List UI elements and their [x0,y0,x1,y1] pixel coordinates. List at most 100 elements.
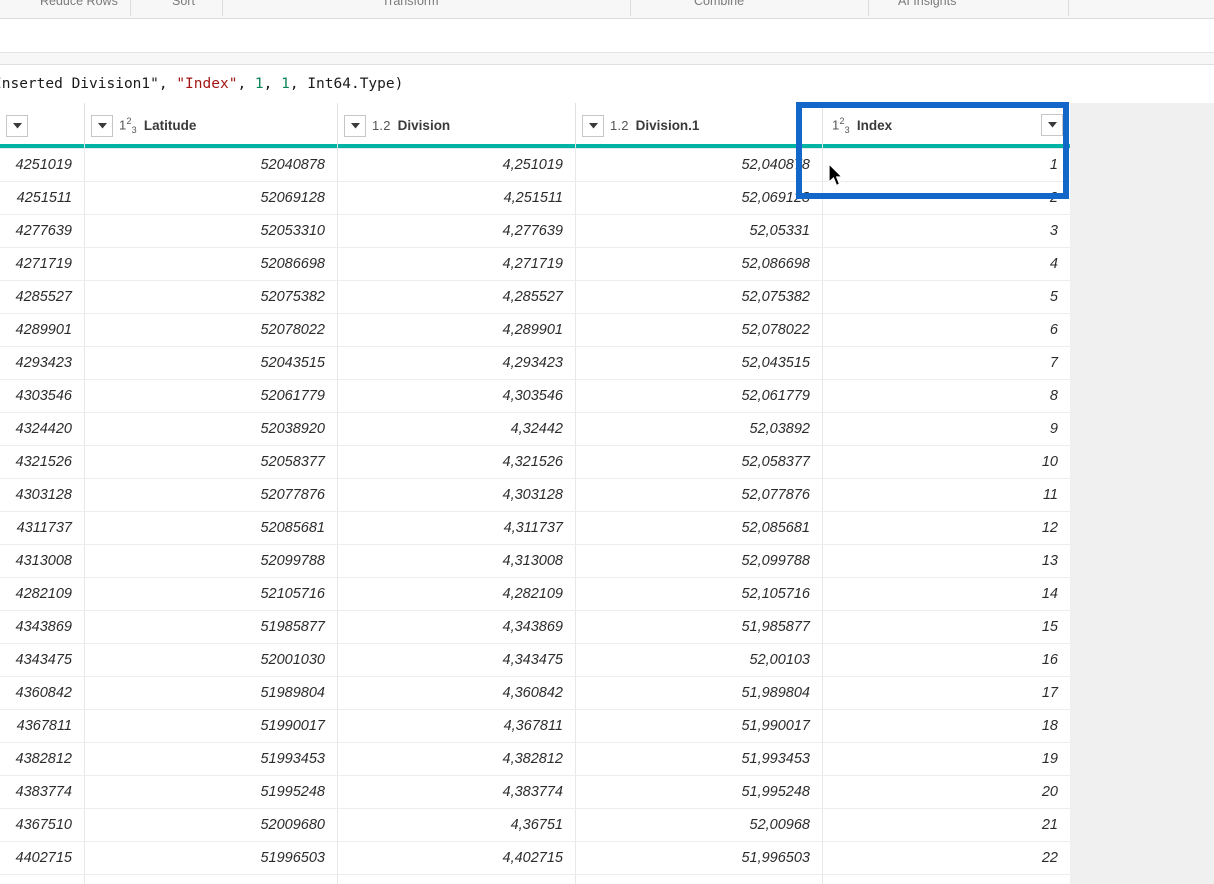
table-cell[interactable]: 4,303546 [338,380,576,412]
table-cell[interactable]: 51,996503 [576,842,823,874]
table-cell[interactable]: 4367811 [0,710,85,742]
table-cell[interactable]: 4402715 [0,842,85,874]
table-cell[interactable]: 52061779 [85,380,338,412]
table-cell[interactable]: 52078022 [85,314,338,346]
table-row[interactable]: 4402715 51996503 4,402715 51,996503 22 [0,842,1070,875]
table-cell[interactable]: 4282109 [0,578,85,610]
column-header-division-1[interactable]: 1.2 Division.1 [576,103,823,148]
table-cell[interactable]: 52077876 [85,479,338,511]
table-cell[interactable]: 4415551 [0,875,85,884]
table-cell[interactable]: 52069128 [85,182,338,214]
table-cell[interactable]: 52001030 [85,644,338,676]
table-cell[interactable]: 7 [823,347,1070,379]
table-cell[interactable]: 52099788 [85,545,338,577]
table-row[interactable]: 4343475 52001030 4,343475 52,00103 16 [0,644,1070,677]
table-cell[interactable]: 51985877 [85,611,338,643]
table-cell[interactable]: 4383774 [0,776,85,808]
column-header-partial[interactable] [0,103,85,148]
table-cell[interactable]: 16 [823,644,1070,676]
table-cell[interactable]: 4360842 [0,677,85,709]
table-cell[interactable]: 52,069128 [576,182,823,214]
table-cell[interactable]: 52,043515 [576,347,823,379]
table-cell[interactable]: 4,313008 [338,545,576,577]
table-cell[interactable]: 51,993453 [576,743,823,775]
table-cell[interactable]: 4,415551 [338,875,576,884]
table-cell[interactable]: 52058377 [85,446,338,478]
table-cell[interactable]: 4289901 [0,314,85,346]
column-header-latitude[interactable]: 123 Latitude [85,103,338,148]
table-cell[interactable]: 4,343869 [338,611,576,643]
table-cell[interactable]: 52,099788 [576,545,823,577]
table-cell[interactable]: 4303546 [0,380,85,412]
table-cell[interactable]: 5 [823,281,1070,313]
table-cell[interactable]: 18 [823,710,1070,742]
table-row[interactable]: 4251019 52040878 4,251019 52,040878 1 [0,149,1070,182]
column-filter-dropdown-button[interactable] [91,114,113,137]
table-cell[interactable]: 4313008 [0,545,85,577]
table-cell[interactable]: 4324420 [0,413,85,445]
table-cell[interactable]: 4367510 [0,809,85,841]
table-cell[interactable]: 3 [823,215,1070,247]
table-row[interactable]: 4343869 51985877 4,343869 51,985877 15 [0,611,1070,644]
table-cell[interactable]: 4 [823,248,1070,280]
table-cell[interactable]: 6 [823,314,1070,346]
table-cell[interactable]: 11 [823,479,1070,511]
table-cell[interactable]: 51,989804 [576,677,823,709]
table-cell[interactable]: 4311737 [0,512,85,544]
table-cell[interactable]: 52,078022 [576,314,823,346]
table-row[interactable]: 4311737 52085681 4,311737 52,085681 12 [0,512,1070,545]
table-cell[interactable]: 13 [823,545,1070,577]
table-cell[interactable]: 4285527 [0,281,85,313]
table-cell[interactable]: 1 [823,149,1070,181]
table-row[interactable]: 4415551520247804,41555152,0247823 [0,875,1070,884]
table-cell[interactable]: 4,343475 [338,644,576,676]
table-row[interactable]: 4382812 51993453 4,382812 51,993453 19 [0,743,1070,776]
table-cell[interactable]: 4,32442 [338,413,576,445]
table-cell[interactable]: 51993453 [85,743,338,775]
table-cell[interactable]: 4382812 [0,743,85,775]
table-cell[interactable]: 52043515 [85,347,338,379]
table-cell[interactable]: 52,077876 [576,479,823,511]
table-cell[interactable]: 4251511 [0,182,85,214]
table-cell[interactable]: 52075382 [85,281,338,313]
table-cell[interactable]: 4,303128 [338,479,576,511]
table-cell[interactable]: 51995248 [85,776,338,808]
table-cell[interactable]: 4,282109 [338,578,576,610]
table-cell[interactable]: 52,03892 [576,413,823,445]
table-cell[interactable]: 4,251019 [338,149,576,181]
table-row[interactable]: 4293423 52043515 4,293423 52,043515 7 [0,347,1070,380]
table-cell[interactable]: 52,02478 [576,875,823,884]
table-row[interactable]: 4321526 52058377 4,321526 52,058377 10 [0,446,1070,479]
table-cell[interactable]: 4251019 [0,149,85,181]
table-row[interactable]: 4289901 52078022 4,289901 52,078022 6 [0,314,1070,347]
table-cell[interactable]: 4,402715 [338,842,576,874]
table-cell[interactable]: 52,00968 [576,809,823,841]
table-cell[interactable]: 4,277639 [338,215,576,247]
table-cell[interactable]: 4,289901 [338,314,576,346]
table-cell[interactable]: 4,285527 [338,281,576,313]
table-cell[interactable]: 4,271719 [338,248,576,280]
table-cell[interactable]: 52086698 [85,248,338,280]
formula-bar[interactable]: Inserted Division1", "Index", 1, 1, Int6… [0,64,1214,104]
table-cell[interactable]: 52,061779 [576,380,823,412]
formula-text[interactable]: Inserted Division1", "Index", 1, 1, Int6… [0,76,403,92]
table-row[interactable]: 4324420 52038920 4,32442 52,03892 9 [0,413,1070,446]
column-filter-dropdown-button[interactable] [582,114,604,137]
table-cell[interactable]: 51,990017 [576,710,823,742]
table-cell[interactable]: 52,085681 [576,512,823,544]
table-row[interactable]: 4251511 52069128 4,251511 52,069128 2 [0,182,1070,215]
table-cell[interactable]: 4,36751 [338,809,576,841]
table-cell[interactable]: 4,251511 [338,182,576,214]
table-cell[interactable]: 4343869 [0,611,85,643]
table-cell[interactable]: 52053310 [85,215,338,247]
column-header-division[interactable]: 1.2 Division [338,103,576,148]
table-cell[interactable]: 52085681 [85,512,338,544]
table-cell[interactable]: 51,985877 [576,611,823,643]
table-cell[interactable]: 4,311737 [338,512,576,544]
table-cell[interactable]: 4271719 [0,248,85,280]
table-row[interactable]: 4303546 52061779 4,303546 52,061779 8 [0,380,1070,413]
table-cell[interactable]: 51990017 [85,710,338,742]
table-cell[interactable]: 15 [823,611,1070,643]
table-cell[interactable]: 4,321526 [338,446,576,478]
table-cell[interactable]: 4,360842 [338,677,576,709]
